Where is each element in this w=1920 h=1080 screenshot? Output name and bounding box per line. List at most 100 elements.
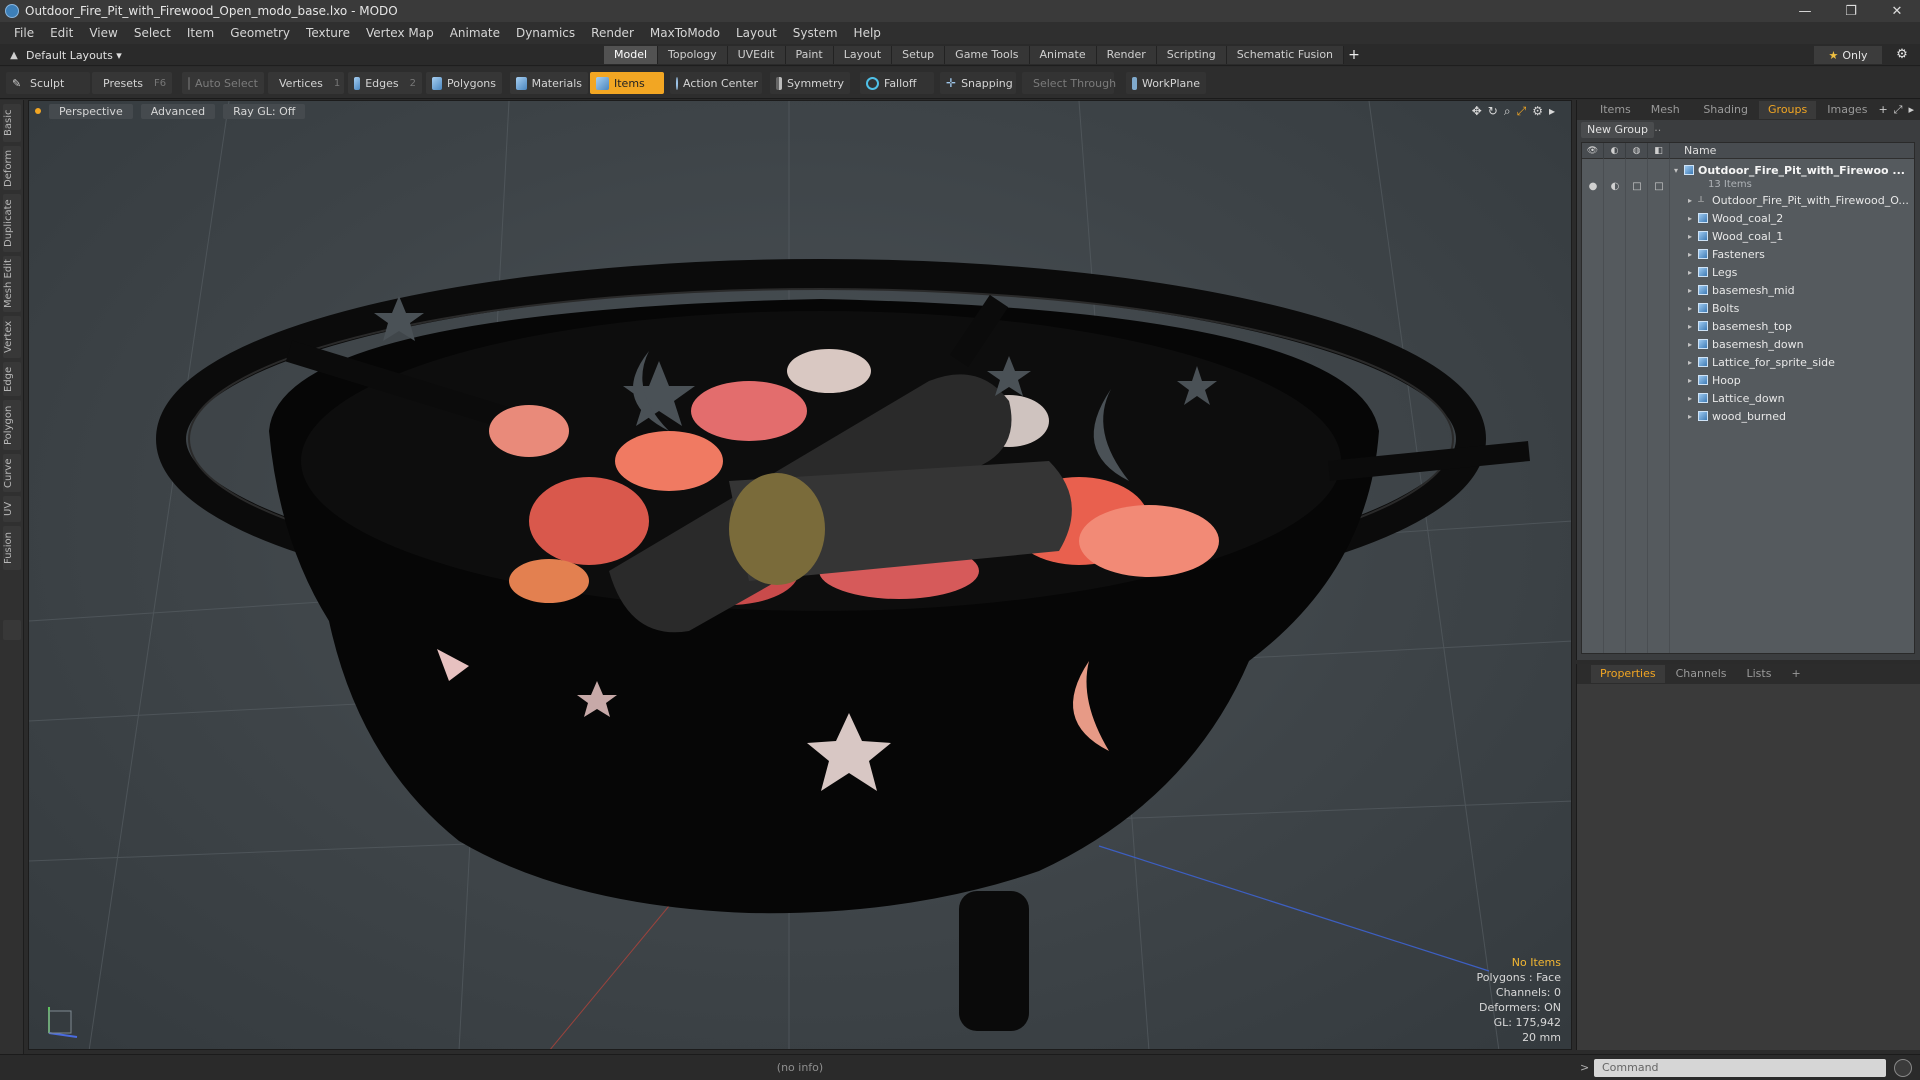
tree-row[interactable]: ▸ Fasteners <box>1674 245 1914 263</box>
menu-view[interactable]: View <box>81 26 125 40</box>
tab-paint[interactable]: Paint <box>785 46 834 64</box>
render-column-icon[interactable]: ◐ <box>1604 142 1626 159</box>
select-column-icon[interactable]: ◧ <box>1648 142 1670 159</box>
tree-row[interactable]: ▸ Wood_coal_2 <box>1674 209 1914 227</box>
tab-setup[interactable]: Setup <box>892 46 946 64</box>
auto-select-button[interactable]: Auto Select <box>182 72 264 94</box>
menu-geometry[interactable]: Geometry <box>222 26 298 40</box>
falloff-button[interactable]: Falloff <box>860 72 934 94</box>
tree-row[interactable]: ▸ Lattice_down <box>1674 389 1914 407</box>
tab-model[interactable]: Model <box>604 46 659 64</box>
tree-row[interactable]: ▸ basemesh_mid <box>1674 281 1914 299</box>
tree-row[interactable]: ▸ Hoop <box>1674 371 1914 389</box>
panel-menu-icon[interactable]: ▸ <box>1908 103 1914 117</box>
tab-lists[interactable]: Lists <box>1738 665 1781 683</box>
vtab-vertex[interactable]: Vertex <box>3 316 21 358</box>
add-tab-button[interactable]: + <box>1344 46 1364 64</box>
vtab-mesh-edit[interactable]: Mesh Edit <box>3 256 21 312</box>
presets-button[interactable]: Presets F6 <box>92 72 172 94</box>
root-lock-icon[interactable]: □ <box>1626 177 1648 195</box>
view-mode-dropdown[interactable]: Perspective <box>49 103 133 119</box>
tree-row[interactable]: ▸ ⟂ Outdoor_Fire_Pit_with_Firewood_O... <box>1674 191 1914 209</box>
vtab-duplicate[interactable]: Duplicate <box>3 194 21 252</box>
3d-viewport[interactable]: Perspective Advanced Ray GL: Off ✥ ↻ ⌕ ⤢… <box>28 100 1572 1050</box>
menu-render[interactable]: Render <box>583 26 642 40</box>
menu-vertex-map[interactable]: Vertex Map <box>358 26 442 40</box>
lock-column-icon[interactable]: ◍ <box>1626 142 1648 159</box>
workplane-button[interactable]: WorkPlane <box>1126 72 1206 94</box>
vtab-fusion[interactable]: Fusion <box>3 526 21 570</box>
add-properties-tab-button[interactable]: + <box>1782 665 1809 683</box>
maximize-viewport-icon[interactable]: ⤢ <box>1517 104 1527 119</box>
sculpt-button[interactable]: ✎ Sculpt <box>6 72 90 94</box>
vtab-polygon[interactable]: Polygon <box>3 400 21 450</box>
viewport-expand-arrow-icon[interactable]: ▸ <box>1549 104 1555 119</box>
tab-uvedit[interactable]: UVEdit <box>727 46 786 64</box>
tab-mesh[interactable]: Mesh ... <box>1642 101 1693 134</box>
vtab-deform[interactable]: Deform <box>3 146 21 190</box>
tab-properties[interactable]: Properties <box>1591 665 1665 683</box>
menu-maxtomodo[interactable]: MaxToModo <box>642 26 728 40</box>
tab-render[interactable]: Render <box>1096 46 1157 64</box>
vertices-button[interactable]: Vertices 1 <box>268 72 344 94</box>
collapse-arrow-icon[interactable]: ▾ <box>1674 166 1684 175</box>
visibility-column-eye-icon[interactable]: 👁 <box>1582 142 1604 159</box>
tree-row[interactable]: ▸ basemesh_top <box>1674 317 1914 335</box>
materials-button[interactable]: Materials <box>510 72 588 94</box>
tree-row[interactable]: ▸ Lattice_for_sprite_side <box>1674 353 1914 371</box>
root-render-icon[interactable]: ◐ <box>1604 177 1626 195</box>
tab-topology[interactable]: Topology <box>658 46 728 64</box>
only-button[interactable]: ★ Only <box>1814 46 1882 64</box>
tab-scripting[interactable]: Scripting <box>1156 46 1227 64</box>
menu-help[interactable]: Help <box>846 26 889 40</box>
tree-row[interactable]: ▸ Wood_coal_1 <box>1674 227 1914 245</box>
edges-button[interactable]: Edges 2 <box>348 72 422 94</box>
snapping-button[interactable]: ✛ Snapping <box>940 72 1016 94</box>
action-center-button[interactable]: Action Center <box>670 72 762 94</box>
items-button[interactable]: Items <box>590 72 664 94</box>
name-column-header[interactable]: Name <box>1670 144 1716 157</box>
menu-item[interactable]: Item <box>179 26 222 40</box>
tab-animate[interactable]: Animate <box>1029 46 1097 64</box>
panel-maximize-icon[interactable]: ⤢ <box>1894 103 1903 117</box>
root-eye-icon[interactable]: ● <box>1582 177 1604 195</box>
menu-file[interactable]: File <box>6 26 42 40</box>
command-history-arrow-icon[interactable]: > <box>1580 1061 1589 1074</box>
polygons-button[interactable]: Polygons <box>426 72 502 94</box>
default-layouts-dropdown[interactable]: ▲ Default Layouts ▾ <box>8 46 122 64</box>
shading-dropdown[interactable]: Advanced <box>140 103 216 119</box>
close-button[interactable]: ✕ <box>1874 0 1920 22</box>
tab-game-tools[interactable]: Game Tools <box>945 46 1030 64</box>
root-select-icon[interactable]: □ <box>1648 177 1670 195</box>
menu-animate[interactable]: Animate <box>442 26 508 40</box>
tree-row[interactable]: ▸ Bolts <box>1674 299 1914 317</box>
tab-channels[interactable]: Channels <box>1667 665 1736 683</box>
command-execute-button[interactable] <box>1894 1059 1912 1077</box>
tree-row[interactable]: ▸ wood_burned <box>1674 407 1914 425</box>
vtab-uv[interactable]: UV <box>3 496 21 522</box>
menu-select[interactable]: Select <box>126 26 179 40</box>
tree-root-group[interactable]: ▾ Outdoor_Fire_Pit_with_Firewoo ... <box>1674 161 1914 179</box>
menu-system[interactable]: System <box>785 26 846 40</box>
tab-groups[interactable]: Groups <box>1759 101 1817 119</box>
menu-layout[interactable]: Layout <box>728 26 785 40</box>
tab-images[interactable]: Images <box>1818 101 1876 119</box>
tree-row[interactable]: ▸ Legs <box>1674 263 1914 281</box>
gear-icon[interactable]: ⚙ <box>1894 47 1910 63</box>
new-group-button[interactable]: New Group <box>1581 122 1654 138</box>
menu-edit[interactable]: Edit <box>42 26 81 40</box>
tab-schematic-fusion[interactable]: Schematic Fusion <box>1226 46 1345 64</box>
rotate-icon[interactable]: ↻ <box>1488 104 1498 119</box>
symmetry-button[interactable]: Symmetry <box>770 72 850 94</box>
menu-texture[interactable]: Texture <box>298 26 358 40</box>
vtab-curve[interactable]: Curve <box>3 454 21 492</box>
command-input[interactable]: Command <box>1594 1059 1886 1077</box>
viewport-settings-icon[interactable]: ⚙ <box>1532 104 1543 119</box>
vtab-edge[interactable]: Edge <box>3 362 21 396</box>
menu-dynamics[interactable]: Dynamics <box>508 26 583 40</box>
tab-items[interactable]: Items <box>1591 101 1640 119</box>
vtab-basic[interactable]: Basic <box>3 104 21 142</box>
minimize-button[interactable]: — <box>1782 0 1828 22</box>
maximize-button[interactable]: ❐ <box>1828 0 1874 22</box>
viewport-menu-dot[interactable] <box>35 108 41 114</box>
